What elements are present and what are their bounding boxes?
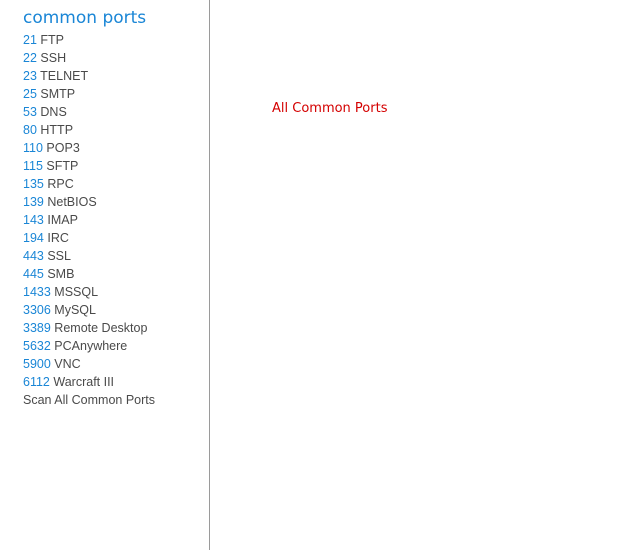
port-number: 139 <box>23 195 44 209</box>
port-number: 135 <box>23 177 44 191</box>
port-item-5632[interactable]: 5632 PCAnywhere <box>23 337 155 355</box>
port-number: 80 <box>23 123 37 137</box>
port-number: 53 <box>23 105 37 119</box>
port-name: SFTP <box>46 159 79 173</box>
port-item-139[interactable]: 139 NetBIOS <box>23 193 155 211</box>
port-item-110[interactable]: 110 POP3 <box>23 139 155 157</box>
port-number: 110 <box>23 141 43 155</box>
port-item-143[interactable]: 143 IMAP <box>23 211 155 229</box>
port-item-23[interactable]: 23 TELNET <box>23 67 155 85</box>
port-number: 6112 <box>23 375 50 389</box>
port-name: SSH <box>40 51 67 65</box>
port-list: 21 FTP 22 SSH 23 TELNET 25 SMTP 53 DNS 8… <box>23 31 155 409</box>
scan-all-common-ports-link[interactable]: Scan All Common Ports <box>23 391 155 409</box>
port-number: 21 <box>23 33 37 47</box>
port-item-3389[interactable]: 3389 Remote Desktop <box>23 319 155 337</box>
port-name: MySQL <box>54 303 96 317</box>
port-name: FTP <box>40 33 64 47</box>
port-number: 5900 <box>23 357 51 371</box>
port-number: 5632 <box>23 339 51 353</box>
port-number: 445 <box>23 267 44 281</box>
port-item-1433[interactable]: 1433 MSSQL <box>23 283 155 301</box>
port-name: IRC <box>47 231 69 245</box>
main-content: All Common Ports <box>211 0 636 550</box>
port-number: 22 <box>23 51 37 65</box>
port-item-3306[interactable]: 3306 MySQL <box>23 301 155 319</box>
port-number: 143 <box>23 213 44 227</box>
port-name: VNC <box>54 357 81 371</box>
port-item-135[interactable]: 135 RPC <box>23 175 155 193</box>
port-item-6112[interactable]: 6112 Warcraft III <box>23 373 155 391</box>
main-heading: All Common Ports <box>272 101 388 116</box>
port-name: HTTP <box>40 123 74 137</box>
sidebar-title: common ports <box>23 8 147 28</box>
port-number: 25 <box>23 87 37 101</box>
port-number: 115 <box>23 159 43 173</box>
port-name: SMTP <box>40 87 76 101</box>
port-name: TELNET <box>40 69 89 83</box>
port-item-115[interactable]: 115 SFTP <box>23 157 155 175</box>
port-item-194[interactable]: 194 IRC <box>23 229 155 247</box>
port-item-5900[interactable]: 5900 VNC <box>23 355 155 373</box>
port-name: IMAP <box>47 213 78 227</box>
port-name: Remote Desktop <box>54 321 148 335</box>
sidebar: common ports 21 FTP 22 SSH 23 TELNET 25 … <box>0 0 210 550</box>
port-item-22[interactable]: 22 SSH <box>23 49 155 67</box>
port-item-21[interactable]: 21 FTP <box>23 31 155 49</box>
port-item-443[interactable]: 443 SSL <box>23 247 155 265</box>
port-number: 3306 <box>23 303 51 317</box>
port-number: 443 <box>23 249 44 263</box>
port-item-80[interactable]: 80 HTTP <box>23 121 155 139</box>
port-item-25[interactable]: 25 SMTP <box>23 85 155 103</box>
port-name: MSSQL <box>54 285 99 299</box>
port-name: PCAnywhere <box>54 339 128 353</box>
port-name: SMB <box>47 267 75 281</box>
port-number: 3389 <box>23 321 51 335</box>
port-name: Warcraft III <box>53 375 115 389</box>
port-number: 194 <box>23 231 44 245</box>
port-number: 1433 <box>23 285 51 299</box>
port-name: POP3 <box>46 141 80 155</box>
port-name: NetBIOS <box>47 195 97 209</box>
port-number: 23 <box>23 69 37 83</box>
port-name: SSL <box>47 249 71 263</box>
port-item-445[interactable]: 445 SMB <box>23 265 155 283</box>
port-name: RPC <box>47 177 74 191</box>
port-item-53[interactable]: 53 DNS <box>23 103 155 121</box>
port-name: DNS <box>40 105 67 119</box>
